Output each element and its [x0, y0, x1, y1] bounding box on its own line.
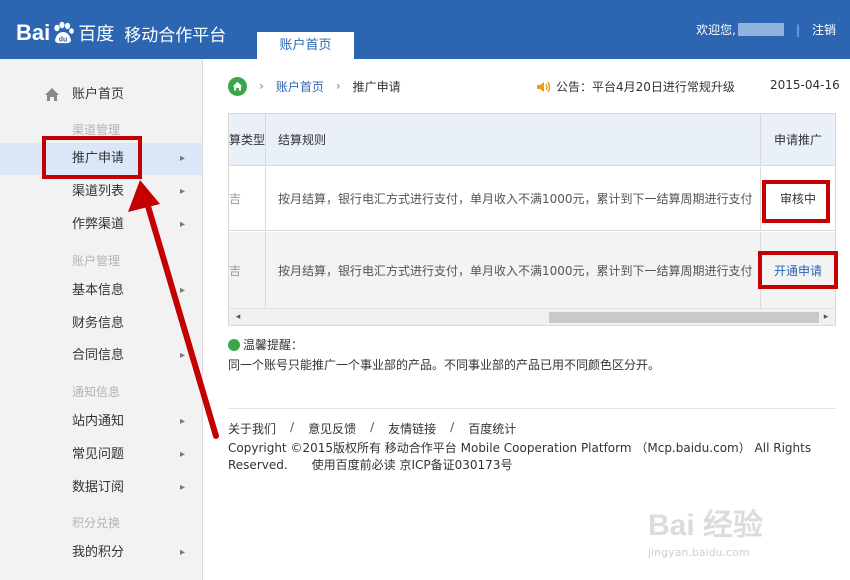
- footer-links: 关于我们 / 意见反馈 / 友情链接 / 百度统计: [228, 420, 516, 437]
- username-redacted: [737, 23, 784, 36]
- breadcrumb-separator: ›: [335, 79, 341, 93]
- user-bar: 欢迎您, | 注销: [696, 21, 836, 38]
- home-icon[interactable]: [228, 76, 247, 96]
- sidebar-item-label: 我的积分: [72, 545, 125, 560]
- chevron-right-icon: ▸: [180, 416, 186, 427]
- sidebar-item-data-subscribe[interactable]: 数据订阅 ▸: [0, 472, 202, 504]
- footer-link-feedback[interactable]: 意见反馈: [308, 420, 356, 437]
- speaker-icon: [537, 81, 551, 92]
- baidu-jingyan-watermark: Bai 经验 jingyan.baidu.com: [648, 500, 763, 559]
- sidebar-item-label: 数据订阅: [72, 480, 125, 495]
- chevron-right-icon: ▸: [180, 219, 186, 230]
- breadcrumb-separator: ›: [259, 79, 264, 93]
- svg-text:du: du: [59, 37, 68, 44]
- settle-type-cell: 吉: [229, 232, 266, 308]
- chevron-right-icon: ▸: [180, 547, 186, 558]
- scroll-left-button[interactable]: ◂: [231, 310, 245, 325]
- announcement[interactable]: 公告：平台4月20日进行常规升级: [536, 78, 735, 95]
- chevron-right-icon: ▸: [180, 318, 186, 329]
- warm-reminder: 温馨提醒： 同一个账号只能推广一个事业部的产品。不同事业部的产品已用不同颜色区分…: [228, 336, 660, 373]
- current-date: 2015-04-16: [770, 78, 840, 92]
- settle-rule-cell: 按月结算，银行电汇方式进行支付，单月收入不满1000元，累计到下一结算周期进行支…: [266, 167, 761, 230]
- sidebar-group-points: 积分兑换: [72, 516, 121, 530]
- sidebar-item-finance-info[interactable]: 财务信息 ▸: [0, 308, 202, 340]
- column-header-apply: 申请推广: [773, 133, 822, 147]
- tip-title: 温馨提醒：: [243, 338, 304, 352]
- chevron-right-icon: ▸: [180, 186, 186, 197]
- sidebar-item-label: 常见问题: [72, 447, 125, 462]
- sidebar-group-account: 账户管理: [72, 254, 121, 268]
- settle-rule-cell: 按月结算，银行电汇方式进行支付，单月收入不满1000元，累计到下一结算周期进行支…: [266, 232, 761, 308]
- settle-type-cell: 吉: [229, 167, 266, 230]
- top-header: Bai du 百度 移动合作平台 账户首页 欢迎您, | 注销: [0, 0, 850, 59]
- footer-divider: [228, 408, 836, 409]
- welcome-text: 欢迎您,: [696, 23, 736, 37]
- watermark-url: jingyan.baidu.com: [648, 546, 750, 559]
- tab-account-home[interactable]: 账户首页: [257, 32, 354, 59]
- sidebar-item-label: 财务信息: [72, 316, 125, 331]
- home-icon: [45, 88, 59, 101]
- sidebar-item-channel-list[interactable]: 渠道列表 ▸: [0, 176, 202, 208]
- highlight-box-sidebar: [42, 136, 142, 179]
- chevron-right-icon: ▸: [180, 350, 186, 361]
- sidebar-item-site-notice[interactable]: 站内通知 ▸: [0, 406, 202, 438]
- horizontal-scrollbar[interactable]: ◂ ▸: [229, 308, 835, 325]
- sidebar-item-label: 渠道列表: [72, 184, 125, 199]
- sidebar-item-faq[interactable]: 常见问题 ▸: [0, 439, 202, 471]
- column-header-settle-rule: 结算规则: [266, 114, 761, 165]
- breadcrumb-account-home[interactable]: 账户首页: [276, 78, 324, 95]
- chevron-right-icon: ▸: [180, 482, 186, 493]
- table-header: 算类型 结算规则 申请推广: [229, 114, 835, 166]
- column-header-settle-type: 算类型: [229, 114, 266, 165]
- table-row: 吉 按月结算，银行电汇方式进行支付，单月收入不满1000元，累计到下一结算周期进…: [229, 167, 835, 231]
- sidebar-item-label: 账户首页: [72, 87, 125, 102]
- logo-text-baidu-cn: 百度: [78, 24, 115, 45]
- chevron-right-icon: ▸: [180, 153, 186, 164]
- footer-link-stats[interactable]: 百度统计: [468, 420, 516, 437]
- sidebar-item-label: 站内通知: [72, 414, 125, 429]
- chat-bubble-icon: [228, 338, 240, 351]
- breadcrumb-current: 推广申请: [352, 79, 401, 94]
- footer-separator: /: [290, 420, 295, 434]
- chevron-right-icon: ▸: [180, 449, 186, 460]
- sidebar-item-label: 合同信息: [72, 348, 125, 363]
- sidebar-item-label: 基本信息: [72, 283, 125, 298]
- sidebar-group-notice: 通知信息: [72, 385, 121, 399]
- sidebar-item-my-points[interactable]: 我的积分 ▸: [0, 537, 202, 569]
- copyright-text: Copyright ©2015版权所有 移动合作平台 Mobile Cooper…: [228, 441, 812, 472]
- table-row: 吉 按月结算，银行电汇方式进行支付，单月收入不满1000元，累计到下一结算周期进…: [229, 232, 835, 308]
- tip-body: 同一个账号只能推广一个事业部的产品。不同事业部的产品已用不同颜色区分开。: [228, 358, 661, 372]
- logo-text-bai: Bai: [16, 20, 51, 45]
- paw-icon: du: [51, 21, 75, 45]
- baidu-logo[interactable]: Bai du 百度 移动合作平台: [16, 20, 226, 46]
- scroll-right-button[interactable]: ▸: [819, 310, 833, 325]
- footer-separator: /: [450, 420, 455, 434]
- sidebar-item-label: 作弊渠道: [72, 217, 125, 232]
- sidebar-item-cheat-channel[interactable]: 作弊渠道 ▸: [0, 209, 202, 241]
- sidebar-item-contract-info[interactable]: 合同信息 ▸: [0, 340, 202, 372]
- platform-title: 移动合作平台: [124, 25, 227, 46]
- footer-link-about[interactable]: 关于我们: [228, 420, 276, 437]
- logout-link[interactable]: 注销: [812, 21, 836, 38]
- footer-separator: /: [370, 420, 375, 434]
- announcement-text: 公告：平台4月20日进行常规升级: [556, 80, 735, 94]
- highlight-box-status: [762, 180, 830, 223]
- sidebar-item-account-home[interactable]: 账户首页: [0, 79, 202, 111]
- highlight-box-apply: [758, 251, 838, 289]
- footer-link-friends[interactable]: 友情链接: [388, 420, 436, 437]
- user-bar-separator: |: [795, 22, 800, 37]
- promotion-table: 算类型 结算规则 申请推广 吉 按月结算，银行电汇方式进行支付，单月收入不满10…: [228, 113, 836, 326]
- watermark-logo: Bai 经验: [648, 509, 764, 542]
- scrollbar-thumb[interactable]: [549, 312, 819, 323]
- chevron-right-icon: ▸: [180, 285, 186, 296]
- sidebar-item-basic-info[interactable]: 基本信息 ▸: [0, 275, 202, 307]
- breadcrumb: › 账户首页 › 推广申请: [228, 76, 401, 96]
